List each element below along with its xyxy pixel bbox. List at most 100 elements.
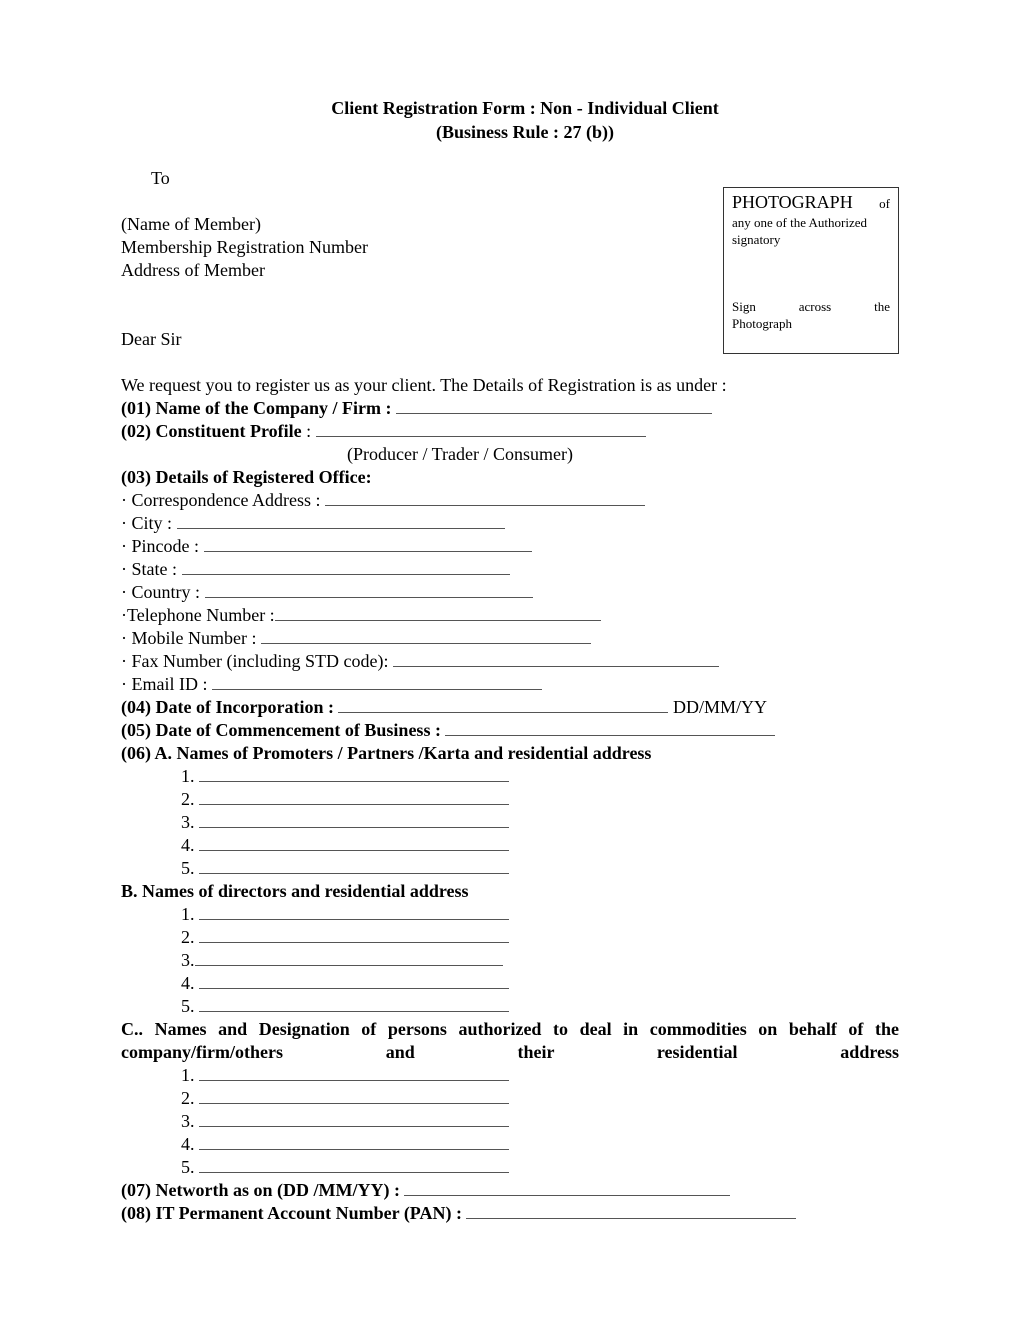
- field-company-name: (01) Name of the Company / Firm :: [121, 397, 712, 420]
- promoter-row: 2.: [181, 788, 509, 811]
- fax-input[interactable]: [392, 650, 719, 667]
- incorporation-date-input[interactable]: [338, 696, 669, 713]
- row-number: 5.: [181, 858, 195, 878]
- director-input-2[interactable]: [199, 926, 509, 943]
- constituent-profile-input[interactable]: [315, 420, 646, 437]
- sign-instruction: Sign across the Photograph: [732, 298, 890, 332]
- promoter-input-3[interactable]: [199, 811, 509, 828]
- field-label: · Email ID :: [121, 674, 208, 694]
- promoter-input-5[interactable]: [199, 857, 509, 874]
- sign-word: Photograph: [732, 316, 792, 331]
- field-label: · Mobile Number :: [121, 628, 257, 648]
- photo-instruction: any one of the Authorized signatory: [732, 215, 868, 247]
- sign-word: Sign: [732, 299, 756, 314]
- salutation: Dear Sir: [121, 329, 182, 349]
- row-number: 3.: [181, 1111, 195, 1131]
- field-label: (05) Date of Commencement of Business :: [121, 720, 441, 740]
- member-name-label: (Name of Member): [121, 214, 261, 234]
- field-commencement-date: (05) Date of Commencement of Business :: [121, 719, 776, 742]
- row-number: 1.: [181, 766, 195, 786]
- field-label: (07) Networth as on (DD /MM/YY) :: [121, 1180, 400, 1200]
- commencement-date-input[interactable]: [445, 719, 776, 736]
- country-input[interactable]: [204, 581, 533, 598]
- director-input-3[interactable]: [194, 949, 503, 966]
- field-label: · City :: [121, 513, 173, 533]
- field-state: · State :: [121, 558, 510, 581]
- date-format-hint: DD/MM/YY: [672, 697, 767, 717]
- promoter-input-2[interactable]: [199, 788, 509, 805]
- pan-input[interactable]: [466, 1202, 797, 1219]
- state-input[interactable]: [181, 558, 510, 575]
- authorized-input-5[interactable]: [199, 1156, 509, 1173]
- mobile-input[interactable]: [260, 627, 591, 644]
- authorized-input-3[interactable]: [199, 1110, 509, 1127]
- authorized-input-2[interactable]: [199, 1087, 509, 1104]
- city-input[interactable]: [176, 512, 505, 529]
- photograph-box[interactable]: PHOTOGRAPH of any one of the Authorized …: [723, 187, 899, 354]
- telephone-input[interactable]: [274, 604, 601, 621]
- row-number: 4.: [181, 1134, 195, 1154]
- section-registered-office: (03) Details of Registered Office:: [121, 467, 372, 487]
- field-correspondence-address: · Correspondence Address :: [121, 489, 645, 512]
- email-input[interactable]: [211, 673, 542, 690]
- director-row: 3.: [181, 949, 503, 972]
- field-city: · City :: [121, 512, 505, 535]
- field-label: · Country :: [121, 582, 200, 602]
- row-number: 3.: [181, 812, 195, 832]
- director-input-4[interactable]: [199, 972, 509, 989]
- promoter-input-1[interactable]: [199, 765, 509, 782]
- director-row: 1.: [181, 903, 509, 926]
- promoter-row: 3.: [181, 811, 509, 834]
- sign-word: the: [874, 299, 890, 314]
- section-authorized-persons: C.. Names and Designation of persons aut…: [121, 1018, 899, 1064]
- authorized-persons-heading: C.. Names and Designation of persons aut…: [121, 1019, 899, 1062]
- intro-text: We request you to register us as your cl…: [121, 375, 727, 395]
- row-number: 5.: [181, 996, 195, 1016]
- row-number: 2.: [181, 1088, 195, 1108]
- field-fax: · Fax Number (including STD code):: [121, 650, 719, 673]
- to-label: To: [151, 168, 170, 188]
- field-label: (08) IT Permanent Account Number (PAN) :: [121, 1203, 462, 1223]
- field-pan: (08) IT Permanent Account Number (PAN) :: [121, 1202, 797, 1225]
- row-number: 3.: [181, 950, 195, 970]
- row-number: 2.: [181, 927, 195, 947]
- director-row: 5.: [181, 995, 509, 1018]
- authorized-row: 2.: [181, 1087, 509, 1110]
- constituent-profile-hint: (Producer / Trader / Consumer): [347, 444, 573, 464]
- promoter-row: 1.: [181, 765, 509, 788]
- authorized-row: 1.: [181, 1064, 509, 1087]
- promoter-input-4[interactable]: [199, 834, 509, 851]
- director-row: 4.: [181, 972, 509, 995]
- photo-heading: PHOTOGRAPH: [732, 192, 853, 212]
- promoter-row: 4.: [181, 834, 509, 857]
- row-number: 1.: [181, 1065, 195, 1085]
- field-label: · Fax Number (including STD code):: [121, 651, 389, 671]
- field-incorporation-date: (04) Date of Incorporation : DD/MM/YY: [121, 696, 767, 719]
- field-label: · Correspondence Address :: [121, 490, 321, 510]
- authorized-input-4[interactable]: [199, 1133, 509, 1150]
- row-number: 4.: [181, 835, 195, 855]
- section-promoters: (06) A. Names of Promoters / Partners /K…: [121, 743, 652, 763]
- photo-heading-suffix: of: [879, 196, 890, 211]
- director-input-5[interactable]: [199, 995, 509, 1012]
- form-subtitle: (Business Rule : 27 (b)): [435, 122, 614, 142]
- row-number: 2.: [181, 789, 195, 809]
- director-input-1[interactable]: [199, 903, 509, 920]
- field-label: · Pincode :: [121, 536, 199, 556]
- authorized-row: 5.: [181, 1156, 509, 1179]
- field-label: · State :: [121, 559, 177, 579]
- field-telephone: ·Telephone Number :: [121, 604, 601, 627]
- company-name-input[interactable]: [395, 397, 712, 414]
- field-country: · Country :: [121, 581, 533, 604]
- field-constituent-profile: (02) Constituent Profile :: [121, 420, 646, 443]
- form-title: Client Registration Form : Non - Individ…: [331, 98, 719, 118]
- sign-word: across: [798, 299, 832, 314]
- authorized-input-1[interactable]: [199, 1064, 509, 1081]
- row-number: 4.: [181, 973, 195, 993]
- authorized-row: 4.: [181, 1133, 509, 1156]
- correspondence-address-input[interactable]: [324, 489, 645, 506]
- pincode-input[interactable]: [203, 535, 532, 552]
- row-number: 1.: [181, 904, 195, 924]
- networth-input[interactable]: [404, 1179, 731, 1196]
- field-networth: (07) Networth as on (DD /MM/YY) :: [121, 1179, 731, 1202]
